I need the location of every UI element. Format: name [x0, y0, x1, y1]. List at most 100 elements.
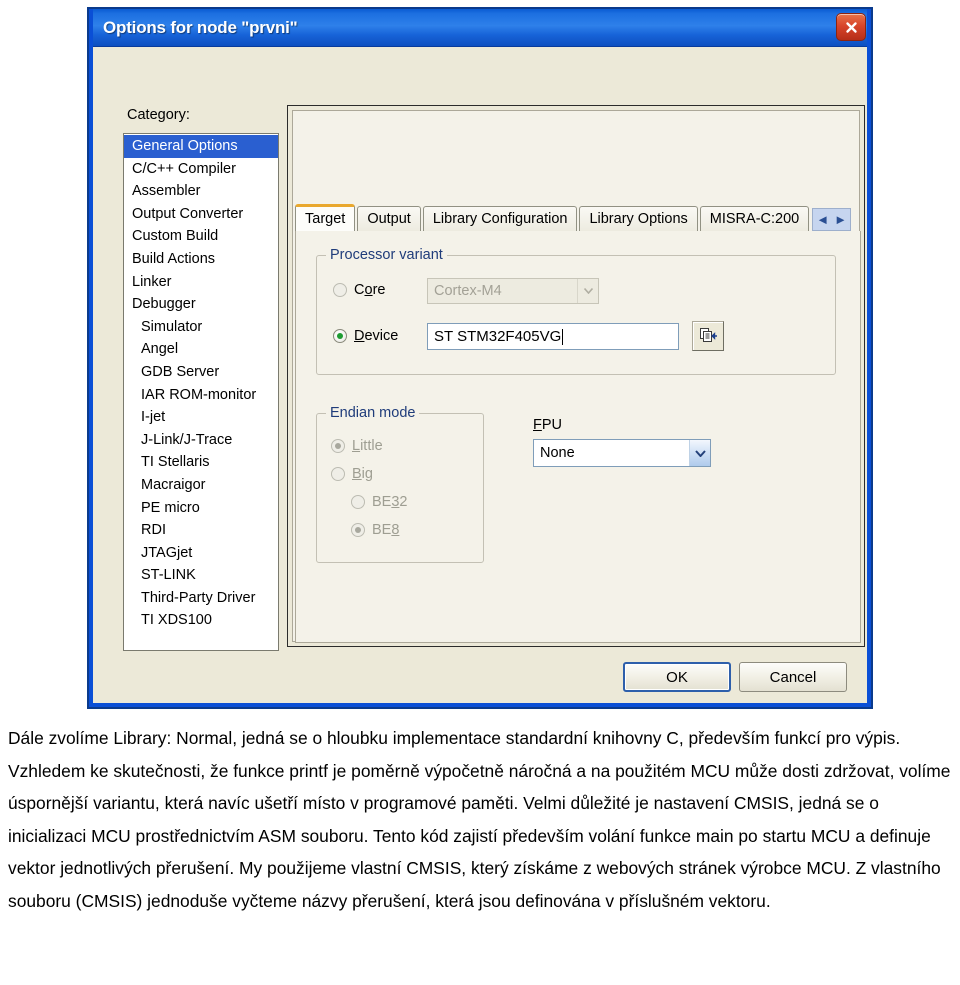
- dialog-title: Options for node "prvni": [103, 17, 298, 37]
- fpu-label: FPU: [533, 417, 563, 433]
- tab-misra-c-200[interactable]: MISRA-C:200: [699, 206, 810, 231]
- category-item[interactable]: C/C++ Compiler: [124, 158, 278, 181]
- tab-output[interactable]: Output: [357, 206, 421, 231]
- core-label: Core: [354, 282, 386, 298]
- endian-option-row[interactable]: BE32: [351, 494, 408, 510]
- endian-option-radio[interactable]: [331, 467, 345, 481]
- category-item[interactable]: ST-LINK: [124, 564, 278, 587]
- processor-variant-group: Processor variant Core Cortex-M4 Device: [316, 247, 836, 375]
- category-item-label: Third-Party Driver: [141, 589, 256, 606]
- processor-variant-title: Processor variant: [326, 247, 447, 263]
- category-item[interactable]: Linker: [124, 271, 278, 294]
- cancel-button[interactable]: Cancel: [739, 662, 847, 692]
- chevron-down-icon: [577, 279, 598, 303]
- category-item-label: Macraigor: [141, 476, 206, 493]
- category-item[interactable]: RDI: [124, 519, 278, 542]
- dialog-titlebar: Options for node "prvni": [89, 9, 871, 47]
- category-item-label: IAR ROM-monitor: [141, 386, 257, 403]
- chevron-down-icon: [689, 440, 710, 466]
- endian-option-radio[interactable]: [351, 495, 365, 509]
- tab-target[interactable]: Target: [295, 204, 356, 231]
- category-item[interactable]: Custom Build: [124, 225, 278, 248]
- endian-label-post: ittle: [360, 438, 383, 454]
- endian-label-post: ig: [361, 466, 373, 482]
- fpu-combo-value: None: [540, 445, 575, 461]
- close-icon: [845, 21, 857, 33]
- device-radio-row[interactable]: Device: [333, 328, 398, 344]
- category-item[interactable]: Output Converter: [124, 203, 278, 226]
- tab-scroll-nav[interactable]: ◄ ►: [812, 208, 851, 231]
- endian-option-label: BE8: [372, 522, 399, 538]
- document-body-text: Dále zvolíme Library: Normal, jedná se o…: [8, 722, 956, 917]
- device-radio[interactable]: [333, 329, 347, 343]
- category-item-label: Debugger: [132, 296, 196, 313]
- tab-library-options[interactable]: Library Options: [579, 206, 698, 231]
- category-item[interactable]: Third-Party Driver: [124, 587, 278, 610]
- tab-strip[interactable]: Target Output Library Configuration Library…: [295, 204, 861, 231]
- tab-label: Library Configuration: [432, 211, 568, 227]
- endian-mode-title: Endian mode: [326, 405, 420, 421]
- category-item-label: I-jet: [141, 409, 166, 426]
- endian-mode-group: Endian mode Little Big BE32 BE8: [316, 405, 484, 563]
- category-item[interactable]: Debugger: [124, 293, 278, 316]
- core-radio-row[interactable]: Core: [333, 282, 385, 298]
- category-item-label: C/C++ Compiler: [132, 160, 236, 177]
- category-item-label: J-Link/J-Trace: [141, 431, 233, 448]
- endian-option-radio[interactable]: [351, 523, 365, 537]
- category-item-label: Simulator: [141, 318, 203, 335]
- device-label: Device: [354, 328, 399, 344]
- endian-option-row[interactable]: Little: [331, 438, 383, 454]
- category-item-label: ST-LINK: [141, 567, 196, 584]
- tab-scroll-next-icon[interactable]: ►: [834, 213, 847, 226]
- core-radio[interactable]: [333, 283, 347, 297]
- category-item-label: Output Converter: [132, 205, 244, 222]
- category-item-label: PE micro: [141, 499, 200, 516]
- endian-label-accel: 8: [391, 522, 400, 538]
- category-item[interactable]: JTAGjet: [124, 542, 278, 565]
- category-item[interactable]: Assembler: [124, 180, 278, 203]
- category-item-label: Build Actions: [132, 250, 216, 267]
- endian-option-row[interactable]: BE8: [351, 522, 399, 538]
- category-item[interactable]: I-jet: [124, 406, 278, 429]
- category-item-label: GDB Server: [141, 363, 220, 380]
- close-button[interactable]: [836, 13, 866, 41]
- category-item[interactable]: TI Stellaris: [124, 451, 278, 474]
- category-item[interactable]: Angel: [124, 338, 278, 361]
- category-list[interactable]: General Options C/C++ Compiler Assembler Ou…: [123, 133, 279, 651]
- category-item[interactable]: PE micro: [124, 497, 278, 520]
- category-item[interactable]: J-Link/J-Trace: [124, 429, 278, 452]
- tab-label: Output: [367, 211, 411, 227]
- category-item-label: TI XDS100: [141, 612, 212, 629]
- device-picker-button[interactable]: [692, 321, 724, 351]
- category-item[interactable]: Macraigor: [124, 474, 278, 497]
- endian-option-row[interactable]: Big: [331, 466, 373, 482]
- endian-option-label: BE32: [372, 494, 408, 510]
- device-picker-icon: [700, 328, 717, 342]
- category-item[interactable]: General Options: [124, 135, 278, 158]
- endian-option-radio[interactable]: [331, 439, 345, 453]
- category-item-label: Angel: [141, 341, 179, 358]
- category-item-label: RDI: [141, 522, 166, 539]
- category-item[interactable]: Simulator: [124, 316, 278, 339]
- category-item-label: Linker: [132, 273, 172, 290]
- endian-label-pre: BE: [372, 522, 392, 538]
- category-item-label: TI Stellaris: [141, 454, 210, 471]
- fpu-combo[interactable]: None: [533, 439, 711, 467]
- options-dialog: Options for node "prvni" Category: Gener…: [88, 8, 872, 708]
- category-item[interactable]: Build Actions: [124, 248, 278, 271]
- category-item-label: Custom Build: [132, 228, 219, 245]
- text-caret: [562, 328, 564, 345]
- endian-option-label: Big: [352, 466, 373, 482]
- category-item[interactable]: TI XDS100: [124, 609, 278, 632]
- tab-label: Target: [305, 211, 346, 227]
- tab-library-configuration[interactable]: Library Configuration: [422, 206, 578, 231]
- device-input-value: ST STM32F405VG: [434, 328, 562, 345]
- category-item[interactable]: IAR ROM-monitor: [124, 384, 278, 407]
- ok-button[interactable]: OK: [623, 662, 731, 692]
- category-item[interactable]: GDB Server: [124, 361, 278, 384]
- device-input[interactable]: ST STM32F405VG: [427, 323, 679, 350]
- core-combo[interactable]: Cortex-M4: [427, 278, 599, 304]
- endian-label-accel: B: [352, 466, 362, 482]
- tab-scroll-prev-icon[interactable]: ◄: [816, 213, 829, 226]
- tab-content-target: Processor variant Core Cortex-M4 Device: [295, 231, 861, 643]
